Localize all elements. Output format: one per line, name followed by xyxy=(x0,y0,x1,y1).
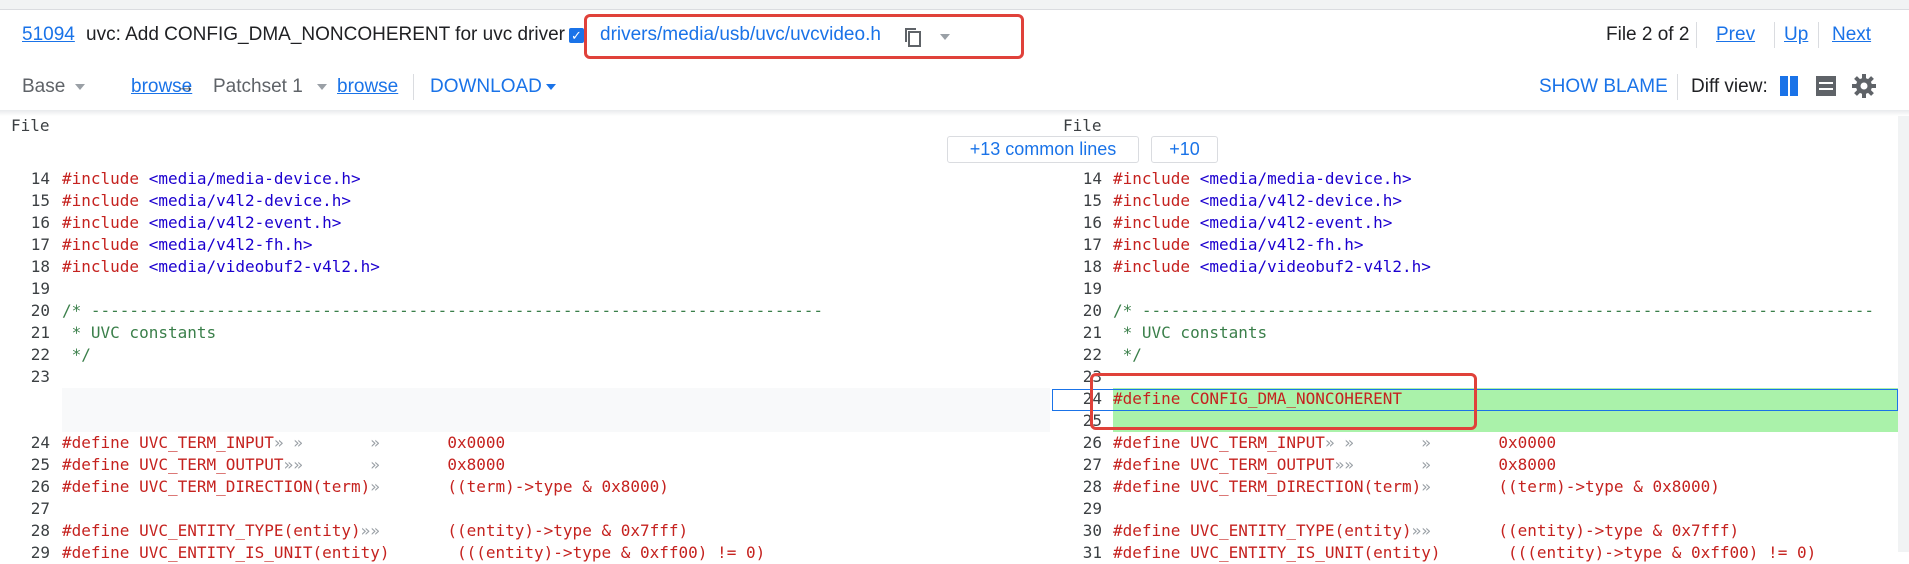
prev-link[interactable]: Prev xyxy=(1716,24,1755,46)
patchset-browse-link[interactable]: browse xyxy=(337,76,398,98)
right-diff-line: 17 #include <media/v4l2-fh.h> xyxy=(0,234,1909,256)
code-text: #include <media/videobuf2-v4l2.h> xyxy=(1113,257,1431,276)
diff-view-label: Diff view: xyxy=(1691,76,1768,97)
right-diff-line: 14 #include <media/media-device.h> xyxy=(0,168,1909,190)
code-text: /* -------------------------------------… xyxy=(1113,301,1874,320)
line-number[interactable]: 28 xyxy=(1052,476,1102,498)
code-text: #define UVC_ENTITY_IS_UNIT(entity) (((en… xyxy=(1113,543,1817,562)
common-lines-button[interactable]: +13 common lines xyxy=(947,136,1139,163)
code-text: #include <media/v4l2-device.h> xyxy=(1113,191,1402,210)
next-link[interactable]: Next xyxy=(1832,24,1871,46)
change-number-link[interactable]: 51094 xyxy=(22,24,75,46)
right-diff-line: 22 */ xyxy=(0,344,1909,366)
gear-icon[interactable] xyxy=(1852,74,1876,98)
right-diff-line: 15 #include <media/v4l2-device.h> xyxy=(0,190,1909,212)
side-by-side-icon[interactable] xyxy=(1779,75,1799,97)
unified-icon[interactable] xyxy=(1815,75,1837,97)
up-link[interactable]: Up xyxy=(1784,24,1808,46)
right-diff-line: 21 * UVC constants xyxy=(0,322,1909,344)
line-number[interactable]: 27 xyxy=(1052,454,1102,476)
code-text: #include <media/media-device.h> xyxy=(1113,169,1412,188)
right-diff-line: 31 #define UVC_ENTITY_IS_UNIT(entity) (((… xyxy=(0,542,1909,564)
line-number[interactable]: 18 xyxy=(1052,256,1102,278)
line-number[interactable]: 31 xyxy=(1052,542,1102,564)
top-strip xyxy=(0,0,1909,10)
right-diff-line: 25 xyxy=(0,410,1909,432)
base-dropdown-icon[interactable] xyxy=(75,84,85,90)
code-text: #include <media/v4l2-fh.h> xyxy=(1113,235,1364,254)
left-file-header: File xyxy=(11,116,50,135)
line-number[interactable]: 17 xyxy=(1052,234,1102,256)
right-diff-line: 19 xyxy=(0,278,1909,300)
line-number[interactable]: 15 xyxy=(1052,190,1102,212)
line-number[interactable]: 26 xyxy=(1052,432,1102,454)
patchset-dropdown-icon[interactable] xyxy=(317,84,327,90)
code-text: */ xyxy=(1113,345,1142,364)
right-diff-line: 20 /* -----------------------------------… xyxy=(0,300,1909,322)
scrollbar[interactable] xyxy=(1898,116,1909,552)
download-button[interactable]: DOWNLOAD xyxy=(430,76,542,98)
patchset-label[interactable]: Patchset 1 xyxy=(213,76,303,98)
diff-toolbar: Base browse → Patchset 1 browse DOWNLOAD… xyxy=(0,62,1909,111)
divider xyxy=(1818,22,1819,48)
arrow-icon: → xyxy=(176,76,195,97)
right-diff-line: 23 xyxy=(0,366,1909,388)
line-number[interactable]: 21 xyxy=(1052,322,1102,344)
file-position: File 2 of 2 xyxy=(1606,24,1690,45)
change-subject: uvc: Add CONFIG_DMA_NONCOHERENT for uvc … xyxy=(86,24,565,45)
download-dropdown-icon[interactable] xyxy=(546,84,556,90)
toolbar-shadow xyxy=(0,110,1909,116)
right-diff-line: 28 #define UVC_TERM_DIRECTION(term)» ((te… xyxy=(0,476,1909,498)
code-text: #define UVC_TERM_DIRECTION(term)» ((term… xyxy=(1113,477,1720,496)
divider xyxy=(1696,22,1697,48)
divider xyxy=(1774,22,1775,48)
reviewed-checkbox[interactable]: ✓ xyxy=(569,28,584,43)
line-number[interactable]: 20 xyxy=(1052,300,1102,322)
show-blame-button[interactable]: SHOW BLAME xyxy=(1539,76,1668,98)
line-number[interactable]: 14 xyxy=(1052,168,1102,190)
line-number[interactable]: 16 xyxy=(1052,212,1102,234)
right-diff-line: 18 #include <media/videobuf2-v4l2.h> xyxy=(0,256,1909,278)
code-text: * UVC constants xyxy=(1113,323,1268,342)
code-text: #define UVC_ENTITY_TYPE(entity)»» ((enti… xyxy=(1113,521,1740,540)
file-path-highlight xyxy=(584,14,1024,59)
right-diff-line: 24 #define CONFIG_DMA_NONCOHERENT xyxy=(0,388,1909,410)
line-number[interactable]: 29 xyxy=(1052,498,1102,520)
right-file-header: File xyxy=(1063,116,1102,135)
base-label[interactable]: Base xyxy=(22,76,65,98)
right-diff-line: 16 #include <media/v4l2-event.h> xyxy=(0,212,1909,234)
line-number[interactable]: 19 xyxy=(1052,278,1102,300)
code-text: #include <media/v4l2-event.h> xyxy=(1113,213,1393,232)
divider xyxy=(1677,74,1678,100)
code-text: #define UVC_TERM_OUTPUT»» » 0x8000 xyxy=(1113,455,1557,474)
right-diff-line: 29 xyxy=(0,498,1909,520)
divider xyxy=(413,74,414,100)
line-number[interactable]: 22 xyxy=(1052,344,1102,366)
right-diff-line: 30 #define UVC_ENTITY_TYPE(entity)»» ((en… xyxy=(0,520,1909,542)
expand-ten-button[interactable]: +10 xyxy=(1151,136,1218,163)
code-text: #define UVC_TERM_INPUT» » » 0x0000 xyxy=(1113,433,1557,452)
right-diff-line: 26 #define UVC_TERM_INPUT» » » 0x0000 xyxy=(0,432,1909,454)
added-line-highlight xyxy=(1090,373,1477,430)
right-diff-line: 27 #define UVC_TERM_OUTPUT»» » 0x8000 xyxy=(0,454,1909,476)
line-number[interactable]: 30 xyxy=(1052,520,1102,542)
